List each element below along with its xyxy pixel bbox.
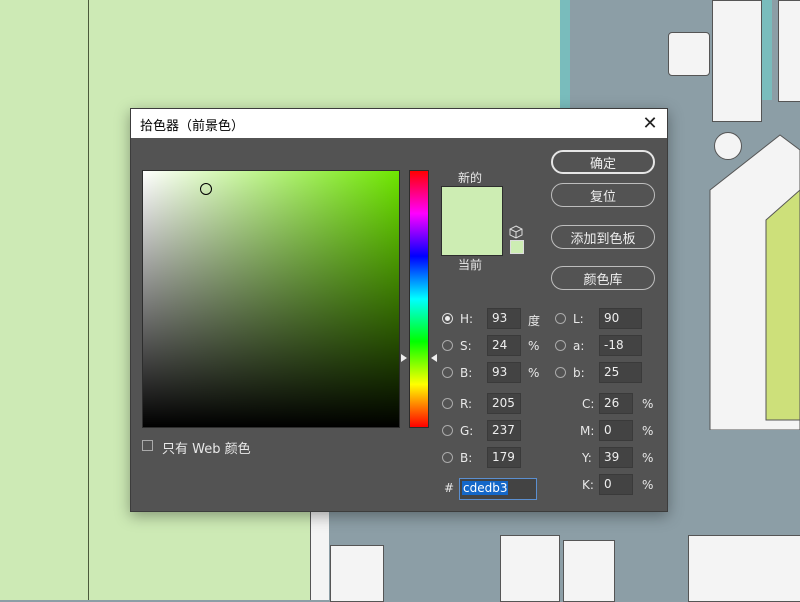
web-safe-swatch[interactable]	[510, 240, 524, 254]
hue-unit: 度	[528, 314, 541, 328]
magenta-label: M:	[580, 424, 595, 438]
web-colors-only-label: 只有 Web 颜色	[162, 442, 251, 457]
hex-value: cdedb3	[462, 481, 509, 495]
floorplan-wall	[310, 510, 329, 600]
green-label: G:	[460, 424, 474, 438]
hex-field[interactable]: cdedb3	[459, 478, 537, 500]
saturation-radio[interactable]	[442, 340, 453, 351]
floorplan-bathtub	[688, 535, 800, 602]
add-to-swatches-button[interactable]: 添加到色板	[551, 225, 655, 249]
brightness-field[interactable]: 93	[487, 362, 521, 383]
blue-radio[interactable]	[442, 452, 453, 463]
brightness-label: B:	[460, 366, 473, 380]
yellow-field[interactable]: 39	[599, 447, 633, 468]
floorplan-wall	[762, 0, 772, 100]
floorplan-furniture	[712, 0, 762, 122]
black-label: K:	[582, 478, 594, 492]
cube-icon[interactable]	[509, 225, 523, 239]
red-field[interactable]: 205	[487, 393, 521, 414]
floorplan-line	[88, 0, 89, 600]
lab-b-field[interactable]: 25	[599, 362, 642, 383]
reset-button[interactable]: 复位	[551, 183, 655, 207]
color-field[interactable]	[142, 170, 400, 428]
hue-slider-left-arrow-icon[interactable]	[401, 354, 407, 362]
green-field[interactable]: 237	[487, 420, 521, 441]
lab-b-radio[interactable]	[555, 367, 566, 378]
blue-field[interactable]: 179	[487, 447, 521, 468]
hue-radio[interactable]	[442, 313, 453, 324]
cyan-field[interactable]: 26	[599, 393, 633, 414]
yellow-label: Y:	[582, 451, 592, 465]
saturation-label: S:	[460, 339, 472, 353]
floorplan-shower	[500, 535, 560, 602]
floorplan-wall	[560, 0, 570, 110]
lab-a-radio[interactable]	[555, 340, 566, 351]
yellow-unit: %	[642, 451, 654, 465]
cyan-label: C:	[582, 397, 595, 411]
black-unit: %	[642, 478, 654, 492]
saturation-unit: %	[528, 339, 540, 353]
hex-label: #	[444, 481, 455, 495]
green-radio[interactable]	[442, 425, 453, 436]
brightness-unit: %	[528, 366, 540, 380]
lab-a-field[interactable]: -18	[599, 335, 642, 356]
lab-l-field[interactable]: 90	[599, 308, 642, 329]
dialog-titlebar: 拾色器（前景色） ✕	[131, 109, 667, 138]
red-radio[interactable]	[442, 398, 453, 409]
current-color-label: 当前	[458, 258, 483, 272]
floorplan-desk	[709, 134, 800, 430]
floorplan-fixture	[330, 545, 384, 602]
hue-slider-right-arrow-icon[interactable]	[431, 354, 437, 362]
floorplan-furniture	[778, 0, 800, 102]
web-colors-only-checkbox[interactable]	[142, 440, 153, 451]
magenta-unit: %	[642, 424, 654, 438]
lab-a-label: a:	[573, 339, 585, 353]
floorplan-sink	[563, 540, 615, 602]
new-current-swatch[interactable]	[441, 186, 503, 256]
blue-label: B:	[460, 451, 473, 465]
new-color-label: 新的	[458, 171, 483, 185]
black-field[interactable]: 0	[599, 474, 633, 495]
color-field-cursor[interactable]	[200, 183, 212, 195]
brightness-radio[interactable]	[442, 367, 453, 378]
floorplan-green-area	[0, 510, 310, 600]
hue-label: H:	[460, 312, 474, 326]
lab-l-label: L:	[573, 312, 584, 326]
ok-button[interactable]: 确定	[551, 150, 655, 174]
floorplan-chair	[668, 32, 710, 76]
lab-l-radio[interactable]	[555, 313, 566, 324]
color-picker-dialog: 拾色器（前景色） ✕ 新的 当前 确定 复位 添加到色板 颜色库 H: 93 度…	[130, 108, 668, 512]
cyan-unit: %	[642, 397, 654, 411]
red-label: R:	[460, 397, 473, 411]
magenta-field[interactable]: 0	[599, 420, 633, 441]
lab-b-label: b:	[573, 366, 585, 380]
saturation-field[interactable]: 24	[487, 335, 521, 356]
dialog-title: 拾色器（前景色）	[140, 119, 245, 134]
color-libraries-button[interactable]: 颜色库	[551, 266, 655, 290]
hue-field[interactable]: 93	[487, 308, 521, 329]
hue-slider[interactable]	[409, 170, 429, 428]
close-icon[interactable]: ✕	[633, 109, 667, 138]
